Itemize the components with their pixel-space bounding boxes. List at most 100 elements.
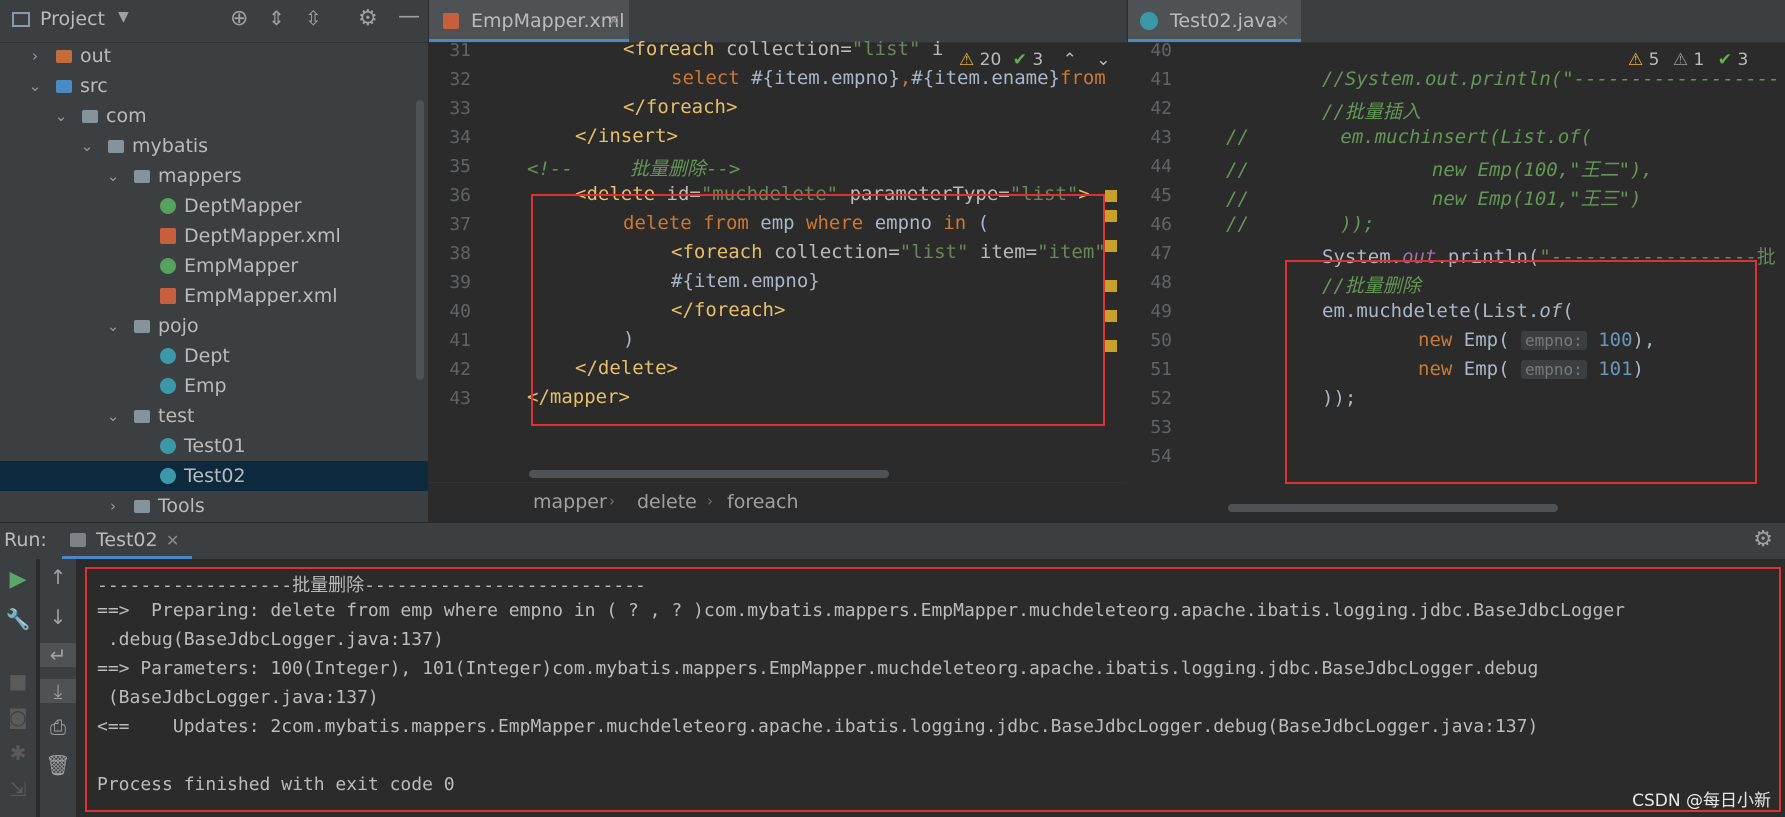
chevron-down-icon[interactable]: ⌄ bbox=[106, 161, 120, 191]
run-tab-test02[interactable]: Test02 ✕ bbox=[62, 523, 192, 559]
xml-file-icon bbox=[160, 228, 176, 244]
error-stripe-marker[interactable] bbox=[1105, 210, 1117, 222]
tree-item-label: Dept bbox=[184, 345, 230, 367]
weak-warning-icon: ⚠ bbox=[1672, 50, 1689, 70]
code-line-34[interactable]: </insert> bbox=[575, 125, 678, 147]
error-stripe-marker[interactable] bbox=[1105, 280, 1117, 292]
bug-icon[interactable]: ✱ bbox=[0, 741, 36, 765]
tree-item-label: mybatis bbox=[132, 135, 209, 157]
horizontal-scrollbar[interactable] bbox=[1228, 504, 1558, 512]
print-icon[interactable]: ⎙ bbox=[40, 715, 76, 739]
horizontal-scrollbar[interactable] bbox=[529, 470, 889, 478]
chevron-down-icon[interactable]: ⌄ bbox=[54, 101, 68, 131]
line-number: 36 bbox=[449, 185, 471, 206]
warning-icon: ⚠ bbox=[1628, 50, 1644, 70]
tree-item-test02[interactable]: Test02 bbox=[0, 461, 428, 491]
close-icon[interactable]: ✕ bbox=[166, 531, 179, 550]
gear-icon[interactable]: ⚙ bbox=[358, 6, 378, 31]
line-number: 43 bbox=[1150, 127, 1172, 148]
error-stripe-marker[interactable] bbox=[1105, 190, 1117, 202]
line-number: 51 bbox=[1150, 359, 1172, 380]
tree-item-pojo[interactable]: ⌄ pojo bbox=[0, 311, 428, 341]
highlight-box-delete-call bbox=[1285, 260, 1757, 484]
folder-icon bbox=[134, 170, 150, 183]
tree-item-src[interactable]: ⌄ src bbox=[0, 71, 428, 101]
trash-icon[interactable]: 🗑 bbox=[40, 753, 76, 777]
code-line-31[interactable]: <foreach collection="list" i bbox=[623, 38, 943, 60]
arrow-down-icon[interactable]: ↓ bbox=[40, 605, 76, 629]
rerun-icon[interactable]: ▶ bbox=[0, 567, 36, 592]
project-dropdown-icon[interactable]: ▼ bbox=[118, 9, 129, 25]
tree-item-com[interactable]: ⌄ com bbox=[0, 101, 428, 131]
code-line-33[interactable]: </foreach> bbox=[623, 96, 737, 118]
tree-item-emp[interactable]: Emp bbox=[0, 371, 428, 401]
line-number: 41 bbox=[1150, 69, 1172, 90]
close-icon[interactable]: ✕ bbox=[1276, 0, 1289, 42]
highlight-box-delete bbox=[531, 194, 1105, 426]
tree-item-label: Test02 bbox=[184, 465, 246, 487]
tab-test02-java[interactable]: Test02.java ✕ bbox=[1128, 0, 1301, 42]
tree-item-dept[interactable]: Dept bbox=[0, 341, 428, 371]
tree-item-deptmapper[interactable]: DeptMapper bbox=[0, 191, 428, 221]
stop-icon[interactable]: ■ bbox=[0, 669, 36, 693]
arrow-up-icon[interactable]: ↑ bbox=[40, 565, 76, 589]
tree-item-test01[interactable]: Test01 bbox=[0, 431, 428, 461]
line-number: 49 bbox=[1150, 301, 1172, 322]
ok-count: 3 bbox=[1737, 50, 1749, 70]
run-header: Run: Test02 ✕ ⚙ bbox=[0, 523, 1785, 559]
camera-icon[interactable]: ◙ bbox=[0, 705, 36, 729]
expand-all-icon[interactable]: ⇕ bbox=[268, 6, 285, 30]
breadcrumb-item-foreach[interactable]: foreach bbox=[727, 491, 799, 513]
console-toolbar: ↑ ↓ ↵ ⤓ ⎙ 🗑 bbox=[40, 559, 76, 817]
class-icon bbox=[160, 378, 176, 394]
project-title[interactable]: Project bbox=[40, 8, 105, 30]
exit-icon[interactable]: ⇲ bbox=[0, 777, 36, 801]
weak-warning-count: 1 bbox=[1693, 50, 1705, 70]
error-stripe-marker[interactable] bbox=[1105, 340, 1117, 352]
close-icon[interactable]: ✕ bbox=[607, 0, 620, 42]
error-stripe-marker[interactable] bbox=[1105, 240, 1117, 252]
collapse-all-icon[interactable]: ⇳ bbox=[305, 6, 322, 30]
hide-icon[interactable]: — bbox=[398, 4, 420, 29]
line-number: 42 bbox=[449, 359, 471, 380]
code-line-32[interactable]: select #{item.empno},#{item.ename}from bbox=[671, 67, 1106, 89]
locate-icon[interactable]: ⊕ bbox=[230, 6, 248, 31]
code-line-45[interactable]: // new Emp(101,"王三") bbox=[1226, 184, 1642, 211]
chevron-down-icon[interactable]: ⌄ bbox=[80, 131, 94, 161]
chevron-right-icon[interactable]: › bbox=[28, 41, 42, 71]
code-line-35[interactable]: <!-- 批量删除--> bbox=[527, 154, 740, 181]
line-number: 35 bbox=[449, 156, 471, 177]
code-line-41[interactable]: //System.out.println("------------------ bbox=[1322, 68, 1780, 90]
breadcrumb-item-mapper[interactable]: mapper bbox=[533, 491, 607, 513]
tree-item-empmapper-xml[interactable]: EmpMapper.xml bbox=[0, 281, 428, 311]
tree-item-mappers[interactable]: ⌄ mappers bbox=[0, 161, 428, 191]
run-label: Run: bbox=[4, 529, 47, 551]
scroll-to-end-icon[interactable]: ⤓ bbox=[40, 679, 76, 703]
tree-item-tools[interactable]: › Tools bbox=[0, 491, 428, 521]
code-line-42[interactable]: //批量插入 bbox=[1322, 97, 1421, 124]
soft-wrap-icon[interactable]: ↵ bbox=[40, 643, 76, 667]
project-view-icon[interactable] bbox=[12, 12, 30, 27]
tree-item-mybatis[interactable]: ⌄ mybatis bbox=[0, 131, 428, 161]
error-stripe-marker[interactable] bbox=[1105, 310, 1117, 322]
chevron-right-icon[interactable]: › bbox=[106, 491, 120, 521]
tab-empmapper-xml[interactable]: EmpMapper.xml ✕ bbox=[429, 0, 629, 42]
code-line-43[interactable]: // em.muchinsert(List.of( bbox=[1226, 126, 1592, 148]
chevron-down-icon[interactable]: ⌄ bbox=[28, 71, 42, 101]
tree-item-test[interactable]: ⌄ test bbox=[0, 401, 428, 431]
gear-icon[interactable]: ⚙ bbox=[1753, 527, 1773, 552]
chevron-down-icon[interactable]: ⌄ bbox=[106, 311, 120, 341]
tree-scrollbar[interactable] bbox=[416, 100, 424, 380]
breadcrumb-item-delete[interactable]: delete bbox=[637, 491, 697, 513]
tree-item-empmapper[interactable]: EmpMapper bbox=[0, 251, 428, 281]
chevron-down-icon[interactable]: ⌄ bbox=[106, 401, 120, 431]
code-line-46[interactable]: // )); bbox=[1226, 213, 1375, 235]
tree-item-deptmapper-xml[interactable]: DeptMapper.xml bbox=[0, 221, 428, 251]
line-number: 45 bbox=[1150, 185, 1172, 206]
wrench-icon[interactable]: 🔧 bbox=[0, 607, 36, 631]
line-number: 46 bbox=[1150, 214, 1172, 235]
tree-item-out[interactable]: › out bbox=[0, 41, 428, 71]
source-folder-icon bbox=[56, 80, 72, 93]
code-line-44[interactable]: // new Emp(100,"王二"), bbox=[1226, 155, 1653, 182]
console-icon bbox=[70, 533, 86, 547]
